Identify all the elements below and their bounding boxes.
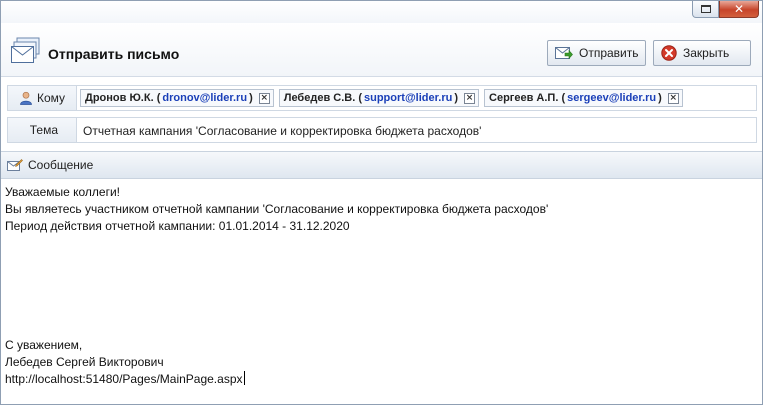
recipient-chip[interactable]: Сергеев А.П. (sergeev@lider.ru) × bbox=[484, 89, 683, 107]
subject-row: Тема Отчетная кампания 'Согласование и к… bbox=[7, 117, 757, 143]
close-button[interactable]: Закрыть bbox=[653, 40, 751, 66]
message-section-header: Сообщение bbox=[1, 151, 762, 179]
recipient-name: Дронов Ю.К. bbox=[85, 92, 154, 104]
message-line bbox=[5, 269, 758, 286]
message-line: Лебедев Сергей Викторович bbox=[5, 355, 164, 369]
dialog-header: Отправить письмо Отправить Закрыть bbox=[1, 23, 762, 77]
message-label: Сообщение bbox=[28, 158, 94, 172]
to-label: Кому bbox=[36, 91, 66, 105]
recipient-list: Дронов Ю.К. (dronov@lider.ru) × Лебедев … bbox=[80, 89, 683, 107]
recipient-name: Сергеев А.П. bbox=[489, 92, 559, 104]
recipient-chip[interactable]: Лебедев С.В. (support@lider.ru) × bbox=[278, 89, 480, 107]
recipients-row: Кому Дронов Ю.К. (dronov@lider.ru) × Леб… bbox=[7, 85, 757, 111]
send-button-label: Отправить bbox=[579, 46, 639, 60]
message-line: Уважаемые коллеги! bbox=[5, 185, 121, 199]
close-circle-icon bbox=[661, 45, 677, 61]
subject-label: Тема bbox=[8, 118, 77, 142]
recipient-chip[interactable]: Дронов Ю.К. (dronov@lider.ru) × bbox=[80, 89, 274, 107]
message-line bbox=[5, 320, 758, 337]
restore-icon bbox=[701, 5, 711, 13]
message-line bbox=[5, 235, 758, 252]
message-line: С уважением, bbox=[5, 338, 83, 352]
message-line: Период действия отчетной кампании: 01.01… bbox=[5, 219, 350, 233]
message-line bbox=[5, 303, 758, 320]
window-close-button[interactable]: ✕ bbox=[719, 1, 759, 18]
page-title: Отправить письмо bbox=[48, 46, 180, 62]
window-restore-button[interactable] bbox=[692, 1, 719, 18]
user-icon bbox=[20, 91, 32, 105]
message-line-last: http://localhost:51480/Pages/MainPage.as… bbox=[5, 371, 758, 388]
envelope-stack-icon bbox=[11, 37, 40, 63]
message-line bbox=[5, 252, 758, 269]
remove-recipient-icon[interactable]: × bbox=[667, 92, 679, 104]
send-mail-window: ✕ Отправить письмо Отправить Закрыть Ком… bbox=[0, 0, 763, 405]
send-button[interactable]: Отправить bbox=[547, 40, 646, 66]
message-line: Вы являетесь участником отчетной кампани… bbox=[5, 202, 549, 216]
window-titlebar: ✕ bbox=[1, 1, 762, 23]
close-button-label: Закрыть bbox=[683, 46, 730, 60]
remove-recipient-icon[interactable]: × bbox=[464, 92, 476, 104]
message-line: http://localhost:51480/Pages/MainPage.as… bbox=[5, 372, 243, 386]
compose-icon bbox=[7, 159, 23, 171]
send-mail-icon bbox=[555, 47, 573, 60]
to-label-button[interactable]: Кому bbox=[8, 86, 77, 110]
remove-recipient-icon[interactable]: × bbox=[258, 92, 270, 104]
recipient-email: dronov@lider.ru bbox=[162, 92, 248, 104]
subject-field[interactable]: Отчетная кампания 'Согласование и коррек… bbox=[83, 124, 481, 138]
recipient-email: sergeev@lider.ru bbox=[567, 92, 657, 104]
message-line bbox=[5, 286, 758, 303]
close-window-icon: ✕ bbox=[733, 2, 745, 16]
recipient-name: Лебедев С.В. bbox=[283, 92, 356, 104]
recipient-email: support@lider.ru bbox=[364, 92, 453, 104]
message-body-editor[interactable]: Уважаемые коллеги! Вы являетесь участник… bbox=[1, 180, 762, 404]
text-cursor bbox=[243, 371, 245, 385]
